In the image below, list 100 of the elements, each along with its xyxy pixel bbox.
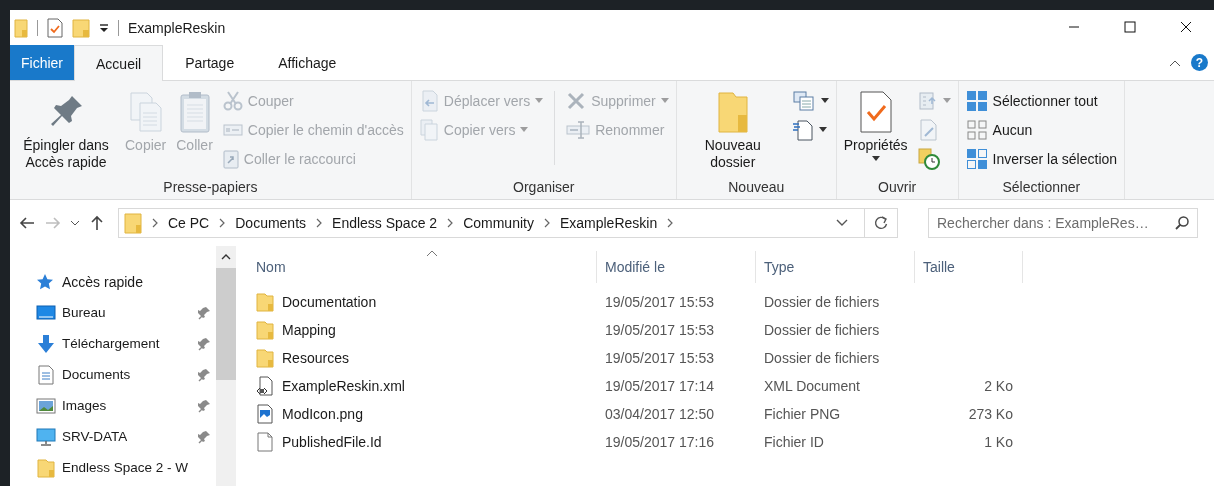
- script-file-icon: [256, 376, 274, 396]
- column-header[interactable]: Modifié le: [597, 251, 756, 283]
- column-header[interactable]: Taille: [915, 251, 1023, 283]
- column-header[interactable]: Type: [756, 251, 915, 283]
- delete-icon: [566, 90, 587, 111]
- file-name[interactable]: ExampleReskin.xml: [282, 378, 405, 394]
- sidebar-item[interactable]: Endless Space 2 - W: [10, 452, 216, 483]
- file-name[interactable]: Mapping: [282, 322, 336, 338]
- folder-icon: [37, 457, 55, 478]
- chevron-right-icon: [151, 218, 159, 228]
- file-name[interactable]: PublishedFile.Id: [282, 434, 382, 450]
- ribbon-group-label: Sélectionner: [1001, 179, 1082, 197]
- pin-icon: [198, 367, 210, 382]
- breadcrumb-item[interactable]: Documents: [235, 215, 307, 231]
- sidebar-item[interactable]: SRV-DATA: [10, 421, 216, 452]
- ribbon-tab[interactable]: Partage: [163, 45, 257, 80]
- file-type: Dossier de fichiers: [764, 322, 880, 338]
- select-none-icon: [965, 118, 988, 141]
- computer-icon: [36, 427, 56, 446]
- image-file-icon: [257, 404, 273, 424]
- sidebar-item[interactable]: Bureau: [10, 297, 216, 328]
- refresh-icon: [874, 216, 888, 230]
- file-type: Dossier de fichiers: [764, 294, 880, 310]
- modified-date: 19/05/2017 17:16: [605, 434, 714, 450]
- scrollbar[interactable]: [216, 246, 236, 486]
- back-icon: [19, 216, 35, 230]
- modified-date: 19/05/2017 15:53: [605, 322, 714, 338]
- sidebar-item[interactable]: Téléchargement: [10, 328, 216, 359]
- maximize-icon: [1124, 20, 1136, 33]
- ribbon-button[interactable]: Propriétés: [840, 87, 911, 179]
- up-arrow-icon: [90, 215, 104, 231]
- edit-icon: [917, 118, 938, 141]
- caret-icon: [535, 98, 544, 103]
- quick-access-item[interactable]: Accès rapide: [10, 266, 216, 297]
- ribbon-tab[interactable]: Accueil: [74, 45, 164, 81]
- history-icon: [917, 147, 940, 170]
- copy-icon: [127, 91, 164, 133]
- file-name[interactable]: ModIcon.png: [282, 406, 363, 422]
- chevron-right-icon: [542, 218, 551, 228]
- invert-selection-icon: [965, 147, 988, 170]
- sidebar-item[interactable]: Documents: [10, 359, 216, 390]
- chevron-right-icon: [218, 218, 227, 228]
- chevron-right-icon: [315, 218, 324, 228]
- file-size: 273 Ko: [968, 406, 1013, 422]
- sidebar-item[interactable]: Images: [10, 390, 216, 421]
- caret-icon: [871, 156, 880, 161]
- folder-icon: [14, 17, 28, 38]
- new-file-icon: [791, 118, 814, 141]
- folder-icon: [256, 292, 274, 312]
- file-type: Fichier PNG: [764, 406, 841, 422]
- caret-icon: [660, 98, 669, 103]
- help-button[interactable]: ?: [1191, 54, 1208, 71]
- close-icon: [1180, 20, 1192, 33]
- caret-icon: [520, 127, 529, 132]
- ribbon-button[interactable]: Épingler dans Accès rapide: [14, 87, 118, 179]
- ribbon-button[interactable]: Nouveau dossier: [680, 87, 785, 179]
- ribbon-group-label: Ouvrir: [877, 179, 918, 197]
- rename-icon: [566, 120, 591, 139]
- chevron-down-icon: [836, 219, 848, 227]
- file-icon: [257, 432, 273, 452]
- modified-date: 19/05/2017 15:53: [605, 294, 714, 310]
- modified-date: 03/04/2017 12:50: [605, 406, 714, 422]
- ribbon-button[interactable]: Sélectionner tout: [962, 87, 1121, 114]
- forward-icon: [45, 216, 61, 230]
- sort-ascending-icon: [426, 250, 438, 257]
- file-type: Dossier de fichiers: [764, 350, 880, 366]
- chevron-down-icon: [70, 220, 80, 226]
- ribbon-button[interactable]: Aucun: [962, 116, 1121, 143]
- chevron-right-icon: [666, 218, 675, 228]
- search-field[interactable]: Rechercher dans : ExampleRes…: [928, 208, 1198, 238]
- folder-icon: [256, 320, 274, 340]
- file-name[interactable]: Documentation: [282, 294, 377, 310]
- file-size: 2 Ko: [984, 378, 1013, 394]
- scissors-icon: [222, 90, 243, 111]
- caret-icon: [942, 98, 951, 103]
- file-type: XML Document: [764, 378, 860, 394]
- ribbon-tab[interactable]: Affichage: [256, 45, 359, 80]
- shortcut-icon: [222, 148, 239, 169]
- file-menu-tab[interactable]: Fichier: [10, 45, 74, 80]
- search-icon: [1175, 216, 1189, 230]
- pin-icon: [198, 429, 210, 444]
- new-item-icon: [791, 90, 816, 111]
- breadcrumb-item[interactable]: Endless Space 2: [332, 215, 438, 231]
- desktop-icon: [36, 304, 56, 321]
- folder-icon: [717, 91, 748, 133]
- clipboard-icon: [177, 90, 212, 134]
- address-bar[interactable]: Ce PC Documents Endless Space 2 Community ExampleReskin: [118, 208, 898, 238]
- file-name[interactable]: Resources: [282, 350, 349, 366]
- scrollbar-thumb[interactable]: [216, 268, 236, 380]
- pin-icon: [198, 305, 210, 320]
- open-icon: [917, 90, 938, 111]
- breadcrumb-item[interactable]: Ce PC: [168, 215, 210, 231]
- properties-icon: [47, 17, 63, 38]
- ribbon-button[interactable]: Inverser la sélection: [962, 145, 1121, 172]
- ribbon-group-label: Organiser: [512, 179, 576, 197]
- column-header[interactable]: Nom: [248, 251, 597, 283]
- file-type: Fichier ID: [764, 434, 824, 450]
- breadcrumb-item[interactable]: Community: [463, 215, 534, 231]
- modified-date: 19/05/2017 15:53: [605, 350, 714, 366]
- breadcrumb-item[interactable]: ExampleReskin: [559, 215, 658, 231]
